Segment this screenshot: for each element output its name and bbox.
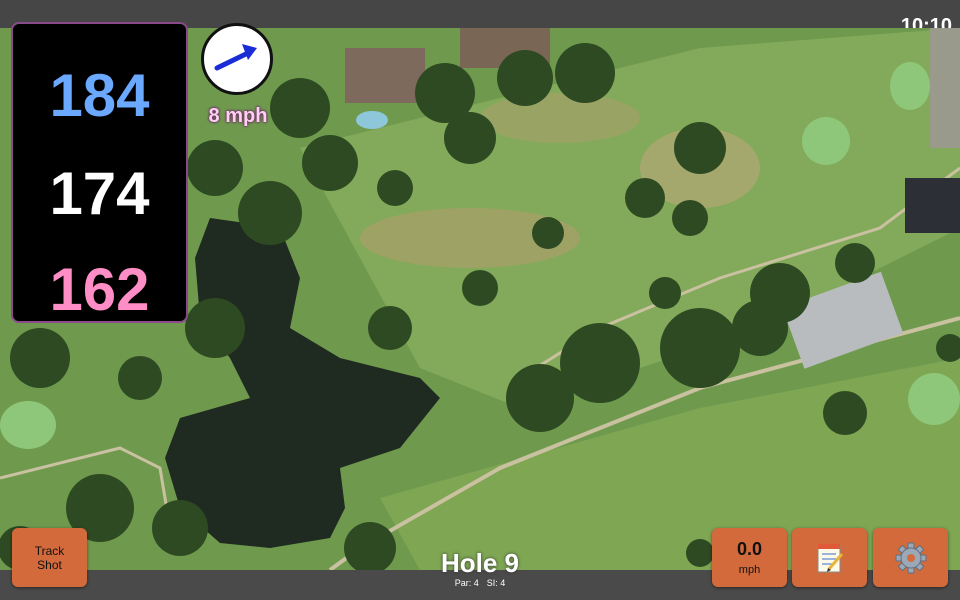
wind-direction-dial: [201, 23, 273, 95]
par-label: Par: 4: [454, 578, 479, 588]
track-shot-label-line1: Track: [34, 543, 65, 558]
speed-button[interactable]: 0.0 mph: [712, 528, 787, 587]
track-shot-button[interactable]: Track Shot: [12, 528, 87, 587]
back-distance: 184: [49, 62, 150, 129]
hole-title: Hole 9: [440, 548, 520, 578]
speed-unit: mph: [738, 564, 761, 576]
wind-speed-label: 8 mph: [208, 105, 268, 127]
middle-distance: 174: [49, 160, 150, 227]
gear-icon: [895, 542, 926, 573]
front-distance: 162: [49, 256, 150, 323]
settings-button[interactable]: [873, 528, 948, 587]
notepad-icon: [817, 543, 843, 572]
hole-details: Par: 4 SI: 4: [380, 578, 580, 588]
track-shot-label-line2: Shot: [37, 557, 62, 572]
wind-arrow-icon: [214, 44, 257, 71]
hole-info: Hole 9 Par: 4 SI: 4: [380, 548, 580, 588]
si-label: SI: 4: [486, 578, 506, 588]
distance-panel: 184 174 162: [11, 22, 188, 323]
speed-value: 0.0: [736, 539, 763, 559]
notes-button[interactable]: [792, 528, 867, 587]
